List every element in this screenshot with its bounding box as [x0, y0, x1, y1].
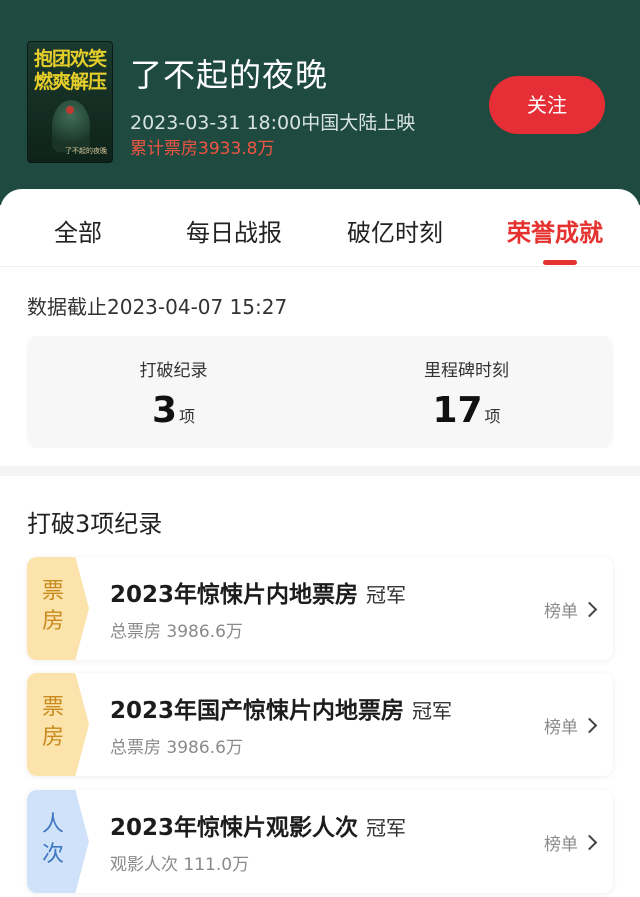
tag-char: 人: [41, 812, 64, 837]
stat-unit: 项: [179, 407, 196, 426]
release-info: 2023-03-31 18:00中国大陆上映: [130, 112, 416, 134]
poster-slogan-line1: 抱团欢笑: [33, 48, 107, 70]
cumulative-box-office: 累计票房3933.8万: [130, 139, 275, 159]
poster-artwork: [52, 100, 90, 152]
tab-all[interactable]: 全部: [54, 213, 102, 248]
record-tag-admissions: 人 次: [27, 790, 89, 893]
chevron-right-icon: [581, 717, 598, 734]
stat-label: 里程碑时刻: [424, 361, 509, 381]
stat-value: 17: [432, 390, 483, 431]
stat-value: 3: [151, 390, 178, 431]
record-rank: 冠军: [366, 583, 407, 607]
record-rank: 冠军: [366, 816, 407, 840]
tab-100m-moments[interactable]: 破亿时刻: [347, 213, 443, 248]
poster-caption: 了不起的夜晚: [65, 147, 107, 155]
record-rank: 冠军: [412, 699, 453, 723]
record-subtitle: 观影人次 111.0万: [110, 855, 250, 875]
movie-header: 抱团欢笑 燃爽解压 了不起的夜晚 了不起的夜晚 2023-03-31 18:00…: [0, 0, 640, 205]
record-tag-box-office: 票 房: [27, 557, 89, 660]
tag-char: 房: [41, 609, 64, 634]
follow-button[interactable]: 关注: [489, 76, 605, 134]
movie-poster[interactable]: 抱团欢笑 燃爽解压 了不起的夜晚: [27, 41, 113, 163]
tag-char: 票: [41, 695, 64, 720]
active-tab-indicator: [543, 260, 577, 265]
ranking-link-label: 榜单: [544, 718, 578, 738]
record-subtitle: 总票房 3986.6万: [110, 622, 243, 642]
stat-records-broken: 打破纪录 3项: [27, 356, 320, 431]
movie-title: 了不起的夜晚: [130, 56, 329, 94]
record-card[interactable]: 人 次 2023年惊悚片观影人次 冠军 观影人次 111.0万 榜单: [27, 790, 613, 893]
data-cutoff-time: 数据截止2023-04-07 15:27: [27, 295, 288, 319]
stats-summary-card: 打破纪录 3项 里程碑时刻 17 项: [27, 336, 613, 448]
section-divider: [0, 466, 640, 476]
record-card[interactable]: 票 房 2023年国产惊悚片内地票房 冠军 总票房 3986.6万 榜单: [27, 673, 613, 776]
tag-char: 票: [41, 579, 64, 604]
record-title: 2023年惊悚片观影人次: [110, 815, 359, 841]
chevron-right-icon: [581, 834, 598, 851]
ranking-link[interactable]: 榜单: [544, 830, 598, 855]
poster-slogan-line2: 燃爽解压: [33, 71, 107, 93]
content-panel: 全部 每日战报 破亿时刻 荣誉成就 数据截止2023-04-07 15:27 打…: [0, 189, 640, 897]
ranking-link[interactable]: 榜单: [544, 597, 598, 622]
stat-label: 打破纪录: [139, 361, 208, 381]
tab-bar: 全部 每日战报 破亿时刻 荣誉成就: [0, 189, 640, 267]
tab-daily-report[interactable]: 每日战报: [186, 213, 282, 248]
chevron-right-icon: [581, 601, 598, 618]
stat-unit: 项: [484, 407, 501, 426]
record-card[interactable]: 票 房 2023年惊悚片内地票房 冠军 总票房 3986.6万 榜单: [27, 557, 613, 660]
record-title: 2023年惊悚片内地票房: [110, 582, 359, 608]
tab-honors[interactable]: 荣誉成就: [507, 213, 603, 248]
section-title: 打破3项纪录: [27, 510, 163, 538]
ranking-link-label: 榜单: [544, 602, 578, 622]
record-subtitle: 总票房 3986.6万: [110, 738, 243, 758]
tag-char: 次: [41, 842, 64, 867]
record-title: 2023年国产惊悚片内地票房: [110, 698, 405, 724]
stat-milestones: 里程碑时刻 17 项: [320, 356, 613, 431]
record-tag-box-office: 票 房: [27, 673, 89, 776]
tag-char: 房: [41, 725, 64, 750]
ranking-link[interactable]: 榜单: [544, 713, 598, 738]
ranking-link-label: 榜单: [544, 835, 578, 855]
